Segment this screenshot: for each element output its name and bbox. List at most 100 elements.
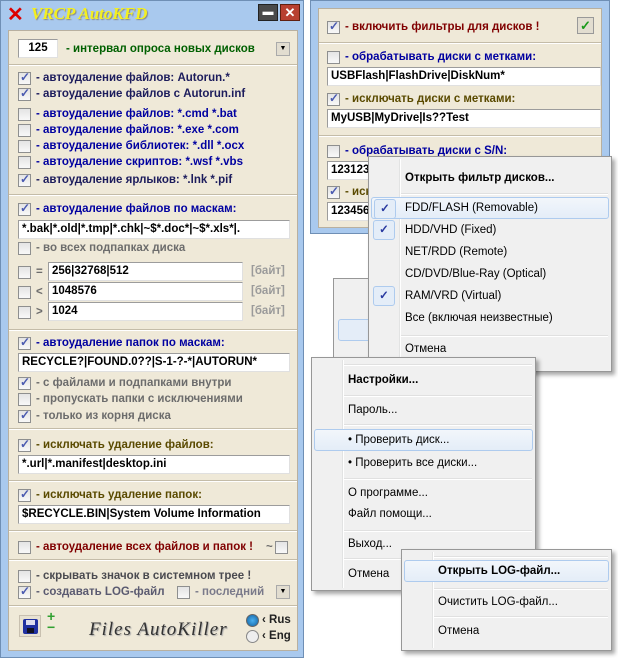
option-wsf-vbs[interactable]: - автоудаление скриптов: *.wsf *.vbs: [18, 154, 243, 170]
option-subfolders[interactable]: - во всех подпапках диска: [18, 240, 185, 256]
option-autorun-inf[interactable]: - автоудаление файлов с Autorun.inf: [18, 86, 245, 102]
close-button[interactable]: ✕: [280, 4, 300, 21]
minimize-button[interactable]: ▬: [258, 4, 278, 21]
radio[interactable]: [246, 629, 259, 643]
exclude-folders-input[interactable]: $RECYCLE.BIN|System Volume Information: [18, 505, 290, 524]
option-root-only[interactable]: - только из корня диска: [18, 408, 171, 424]
label: - автоудаление файлов: *.cmd *.bat: [36, 108, 237, 120]
option-hide-tray[interactable]: - скрывать значок в системном трее !: [18, 568, 251, 584]
size-less-row[interactable]: <: [18, 284, 43, 300]
checkbox[interactable]: [18, 408, 31, 423]
menu-help-file[interactable]: Файл помощи...: [314, 503, 533, 525]
exclude-labels-input[interactable]: MyUSB|MyDrive|Is??Test: [327, 109, 601, 128]
option-delete-all[interactable]: - автоудаление всех файлов и папок !: [18, 539, 253, 555]
checkbox[interactable]: [18, 487, 31, 502]
size-greater-input[interactable]: 1024: [48, 302, 243, 321]
save-button[interactable]: [19, 615, 41, 637]
option-autorun-all[interactable]: - автоудаление файлов: Autorun.*: [18, 70, 230, 86]
checkbox[interactable]: [18, 285, 31, 299]
size-greater-row[interactable]: >: [18, 304, 43, 320]
label: - исключать удаление файлов:: [36, 439, 214, 451]
size-equal-input[interactable]: 256|32768|512: [48, 262, 243, 281]
checkbox[interactable]: [18, 584, 31, 599]
folder-masks-input[interactable]: RECYCLE?|FOUND.0??|S-1-?-*|AUTORUN*: [18, 353, 290, 372]
checkbox[interactable]: [177, 585, 190, 599]
option-exclude-files[interactable]: - исключать удаление файлов:: [18, 437, 214, 453]
option-with-contents[interactable]: - с файлами и подпапками внутри: [18, 375, 232, 391]
checkbox[interactable]: [18, 172, 31, 187]
option-folder-masks[interactable]: - автоудаление папок по маскам:: [18, 335, 225, 351]
option-cmd-bat[interactable]: - автоудаление файлов: *.cmd *.bat: [18, 106, 237, 122]
interval-dropdown-button[interactable]: ▼: [276, 42, 290, 56]
menu-check-disk[interactable]: • Проверить диск...: [314, 429, 533, 451]
checkbox[interactable]: [18, 569, 31, 583]
lang-rus-radio[interactable]: ‹ Rus: [246, 612, 291, 628]
radio-selected[interactable]: [246, 613, 259, 627]
menu-hdd-vhd[interactable]: ✓ HDD/VHD (Fixed): [371, 219, 609, 241]
checkbox[interactable]: [327, 144, 340, 158]
checkbox[interactable]: [18, 241, 31, 255]
apply-check-button[interactable]: ✓: [577, 17, 594, 34]
menu-all-disks[interactable]: Все (включая неизвестные): [371, 307, 609, 329]
checkbox[interactable]: [18, 540, 31, 554]
menu-settings[interactable]: Настройки...: [314, 369, 533, 391]
menu-password[interactable]: Пароль...: [314, 399, 533, 421]
option-exclude-labels[interactable]: - исключать диски с метками:: [327, 91, 515, 107]
option-process-labels[interactable]: - обрабатывать диски с метками:: [327, 49, 536, 65]
unit-label: [байт]: [251, 285, 285, 297]
log-dropdown-button[interactable]: ▼: [276, 585, 290, 599]
file-masks-input[interactable]: *.bak|*.old|*.tmp|*.chk|~$*.doc*|~$*.xls…: [18, 220, 290, 239]
interval-input[interactable]: 125: [18, 39, 58, 58]
option-delete-all-tilde[interactable]: ~: [266, 539, 293, 555]
checkbox[interactable]: [327, 50, 340, 64]
option-exe-com[interactable]: - автоудаление файлов: *.exe *.com: [18, 122, 239, 138]
option-exclude-folders[interactable]: - исключать удаление папок:: [18, 487, 202, 503]
checkbox[interactable]: [18, 139, 31, 153]
menu-ram-vrd[interactable]: ✓ RAM/VRD (Virtual): [371, 285, 609, 307]
menu-net-rdd[interactable]: NET/RDD (Remote): [371, 241, 609, 263]
option-skip-excluded[interactable]: - пропускать папки с исключениями: [18, 391, 243, 407]
option-lnk-pif[interactable]: - автоудаление ярлыков: *.lnk *.pif: [18, 172, 232, 188]
menu-open-filter[interactable]: Открыть фильтр дисков...: [371, 167, 609, 189]
menu-fdd-flash[interactable]: ✓ FDD/FLASH (Removable): [371, 197, 609, 219]
process-labels-input[interactable]: USBFlash|FlashDrive|DiskNum*: [327, 67, 601, 86]
floppy-disk-icon: [23, 619, 38, 634]
checkbox[interactable]: [18, 86, 31, 101]
checkbox[interactable]: [18, 201, 31, 216]
label: - исключать удаление папок:: [36, 489, 202, 501]
checkbox[interactable]: [18, 107, 31, 121]
checkbox[interactable]: [18, 70, 31, 85]
menu-cd-dvd[interactable]: CD/DVD/Blue-Ray (Optical): [371, 263, 609, 285]
menu-about[interactable]: О программе...: [314, 482, 533, 504]
label: - автоудаление ярлыков: *.lnk *.pif: [36, 174, 233, 186]
add-remove-icon[interactable]: + −: [47, 609, 55, 634]
checkbox[interactable]: [327, 91, 340, 106]
checkbox[interactable]: [274, 540, 288, 554]
option-enable-filters[interactable]: - включить фильтры для дисков !: [327, 19, 540, 35]
checkbox[interactable]: [18, 155, 31, 169]
checkbox[interactable]: [327, 184, 340, 199]
label: - автоудаление всех файлов и папок !: [36, 541, 253, 553]
option-exclude-sn[interactable]: - иск: [327, 184, 371, 200]
option-create-log[interactable]: - создавать LOG-файл: [18, 584, 165, 600]
size-less-input[interactable]: 1048576: [48, 282, 243, 301]
checkbox[interactable]: [18, 375, 31, 390]
menu-open-log[interactable]: Открыть LOG-файл...: [404, 560, 609, 582]
checkbox[interactable]: [18, 335, 31, 350]
size-equal-row[interactable]: =: [18, 264, 43, 280]
checkbox[interactable]: [18, 123, 31, 137]
checkbox[interactable]: [18, 305, 31, 319]
option-file-masks[interactable]: - автоудаление файлов по маскам:: [18, 201, 236, 217]
checkbox[interactable]: [327, 19, 340, 34]
menu-cancel[interactable]: Отмена: [404, 620, 609, 642]
checkbox[interactable]: [18, 392, 31, 406]
lang-eng-radio[interactable]: ‹ Eng: [246, 628, 291, 644]
checkbox[interactable]: [18, 265, 31, 279]
option-dll-ocx[interactable]: - автоудаление библиотек: *.dll *.ocx: [18, 138, 244, 154]
main-window: ✕ VRCP AutoKFD ▬ ✕ 125 - интервал опроса…: [0, 0, 304, 658]
menu-clear-log[interactable]: Очистить LOG-файл...: [404, 591, 609, 613]
exclude-files-input[interactable]: *.url|*.manifest|desktop.ini: [18, 455, 290, 474]
menu-check-all-disks[interactable]: • Проверить все диски...: [314, 452, 533, 474]
checkbox[interactable]: [18, 437, 31, 452]
option-log-last[interactable]: - последний: [177, 584, 264, 600]
